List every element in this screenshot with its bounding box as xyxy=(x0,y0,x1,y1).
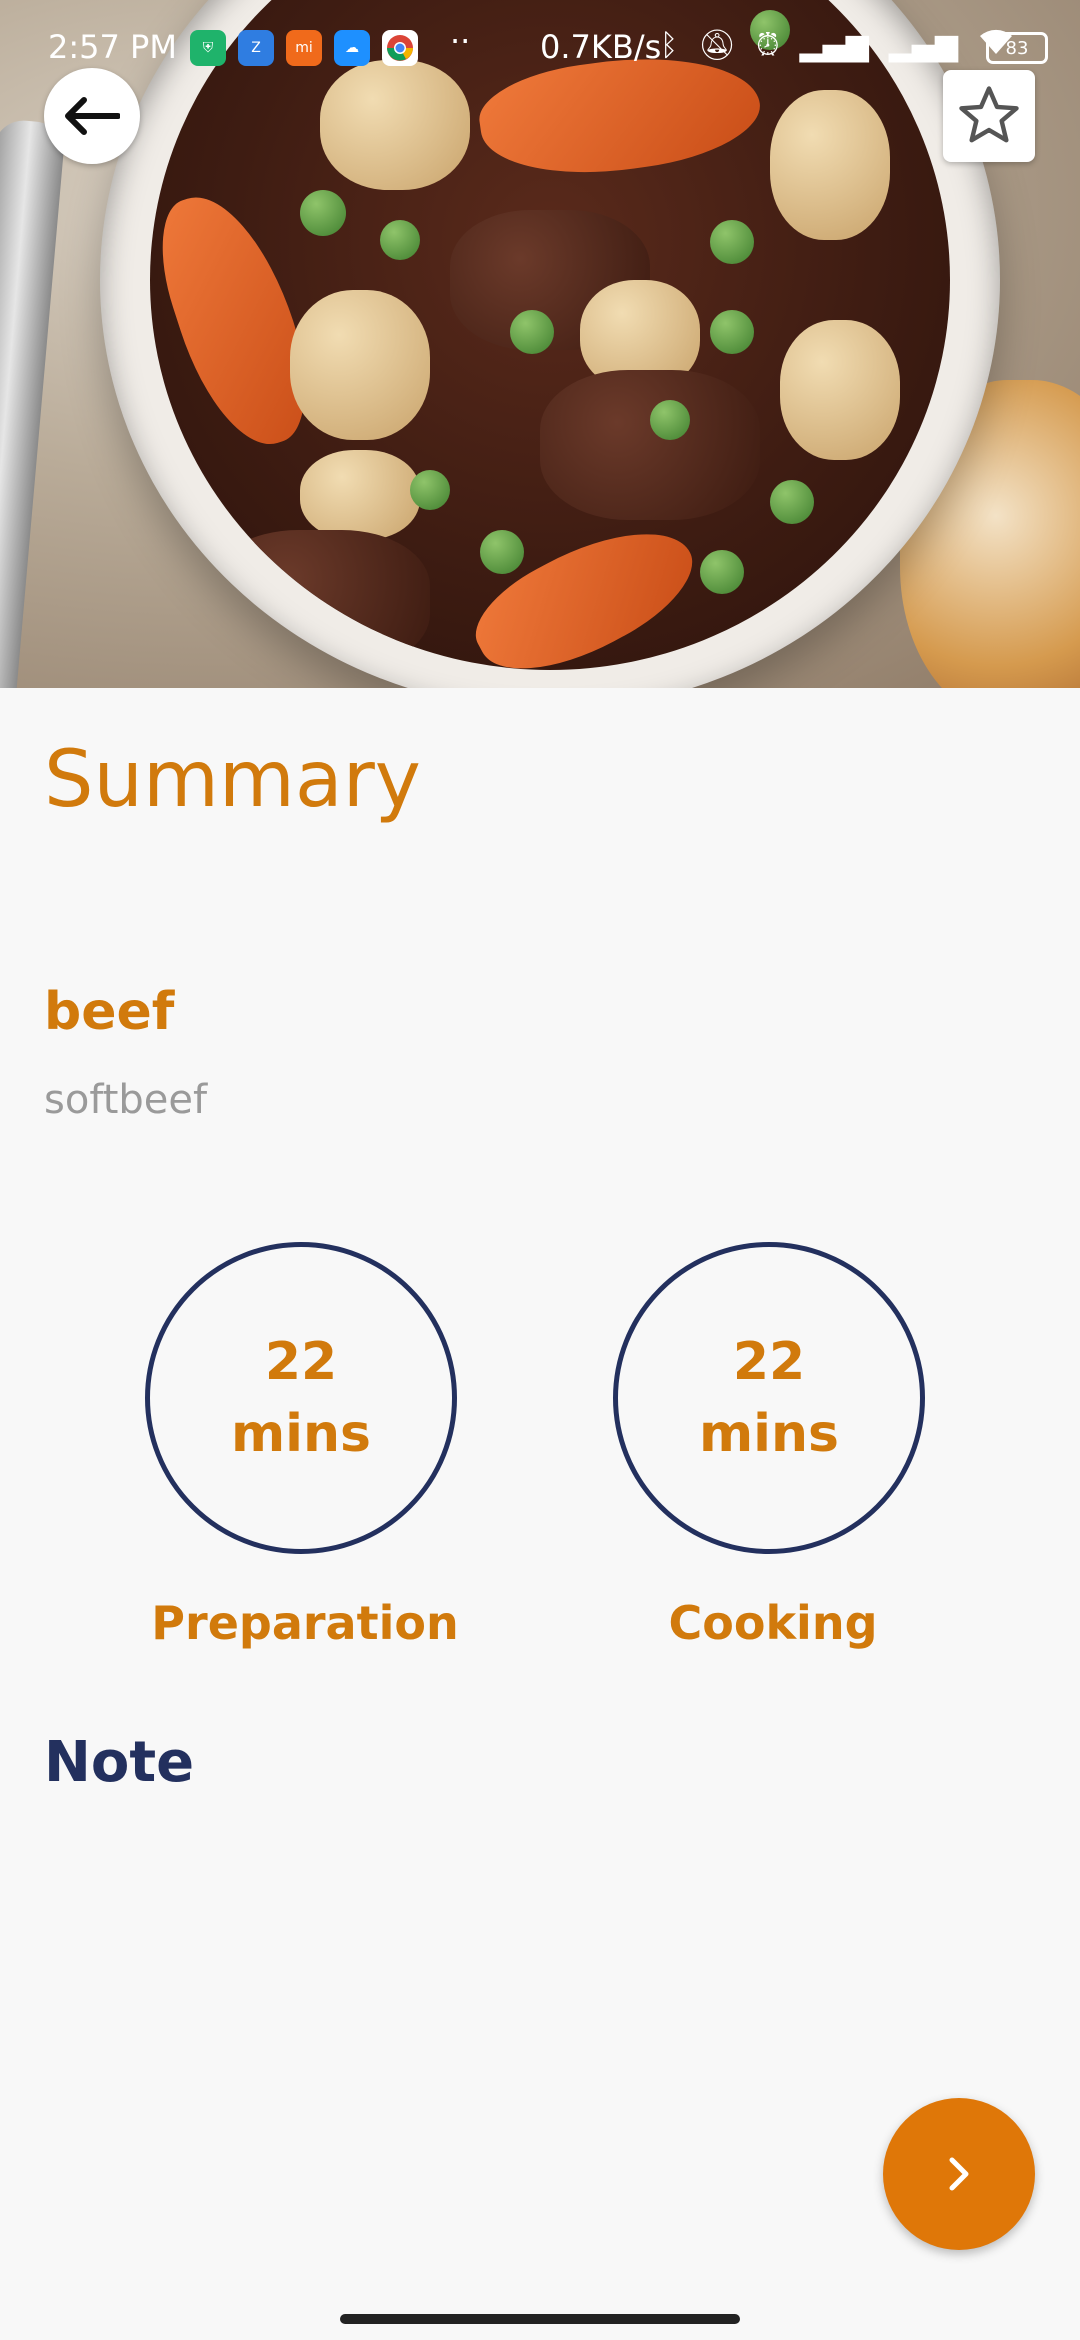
alarm-icon: ⏰︎ xyxy=(756,28,780,63)
mute-icon: 🔕︎ xyxy=(698,28,737,63)
status-bar: 2:57 PM ⛨ Z mi ☁ ·· 0.7KB/s ᛒ 🔕︎ ⏰︎ ▂▄▆ … xyxy=(0,0,1080,96)
recipe-name: beef xyxy=(44,982,175,1042)
signal-icon: ▂▄▆ xyxy=(888,28,958,63)
chrome-app-icon xyxy=(382,30,418,66)
preparation-time-circle: 22 mins xyxy=(145,1242,457,1554)
system-icons: ᛒ 🔕︎ ⏰︎ ▂▄▆ ▂▄▆ xyxy=(660,28,1014,64)
cooking-time-value: 22 xyxy=(732,1332,806,1392)
shield-app-icon: ⛨ xyxy=(190,30,226,66)
arrow-left-icon xyxy=(65,97,120,135)
cooking-time-circle: 22 mins xyxy=(613,1242,925,1554)
status-time: 2:57 PM xyxy=(48,28,177,66)
recipe-description: softbeef xyxy=(44,1077,208,1123)
preparation-label: Preparation xyxy=(151,1596,459,1650)
mi-app-icon: mi xyxy=(286,30,322,66)
note-title: Note xyxy=(44,1730,195,1795)
cooking-time-unit: mins xyxy=(699,1404,839,1464)
cooking-label: Cooking xyxy=(668,1596,878,1650)
preparation-time-unit: mins xyxy=(231,1404,371,1464)
next-button[interactable] xyxy=(883,2098,1035,2250)
chevron-right-icon xyxy=(949,2157,969,2191)
notification-icons: ⛨ Z mi ☁ xyxy=(190,30,418,66)
bluetooth-icon: ᛒ xyxy=(660,28,678,63)
cloud-app-icon: ☁ xyxy=(334,30,370,66)
preparation-time-value: 22 xyxy=(264,1332,338,1392)
summary-title: Summary xyxy=(44,735,421,825)
favorite-button[interactable] xyxy=(943,70,1035,162)
more-notifications-icon: ·· xyxy=(450,22,471,60)
signal-icon: ▂▄▆ xyxy=(799,28,869,63)
home-indicator[interactable] xyxy=(340,2314,740,2324)
star-outline-icon xyxy=(959,86,1019,143)
recipe-hero-image xyxy=(0,0,1080,688)
spoon-decoration xyxy=(0,118,67,688)
back-button[interactable] xyxy=(44,68,140,164)
network-speed: 0.7KB/s xyxy=(540,28,662,66)
zalo-app-icon: Z xyxy=(238,30,274,66)
battery-icon: 83 xyxy=(986,32,1048,64)
